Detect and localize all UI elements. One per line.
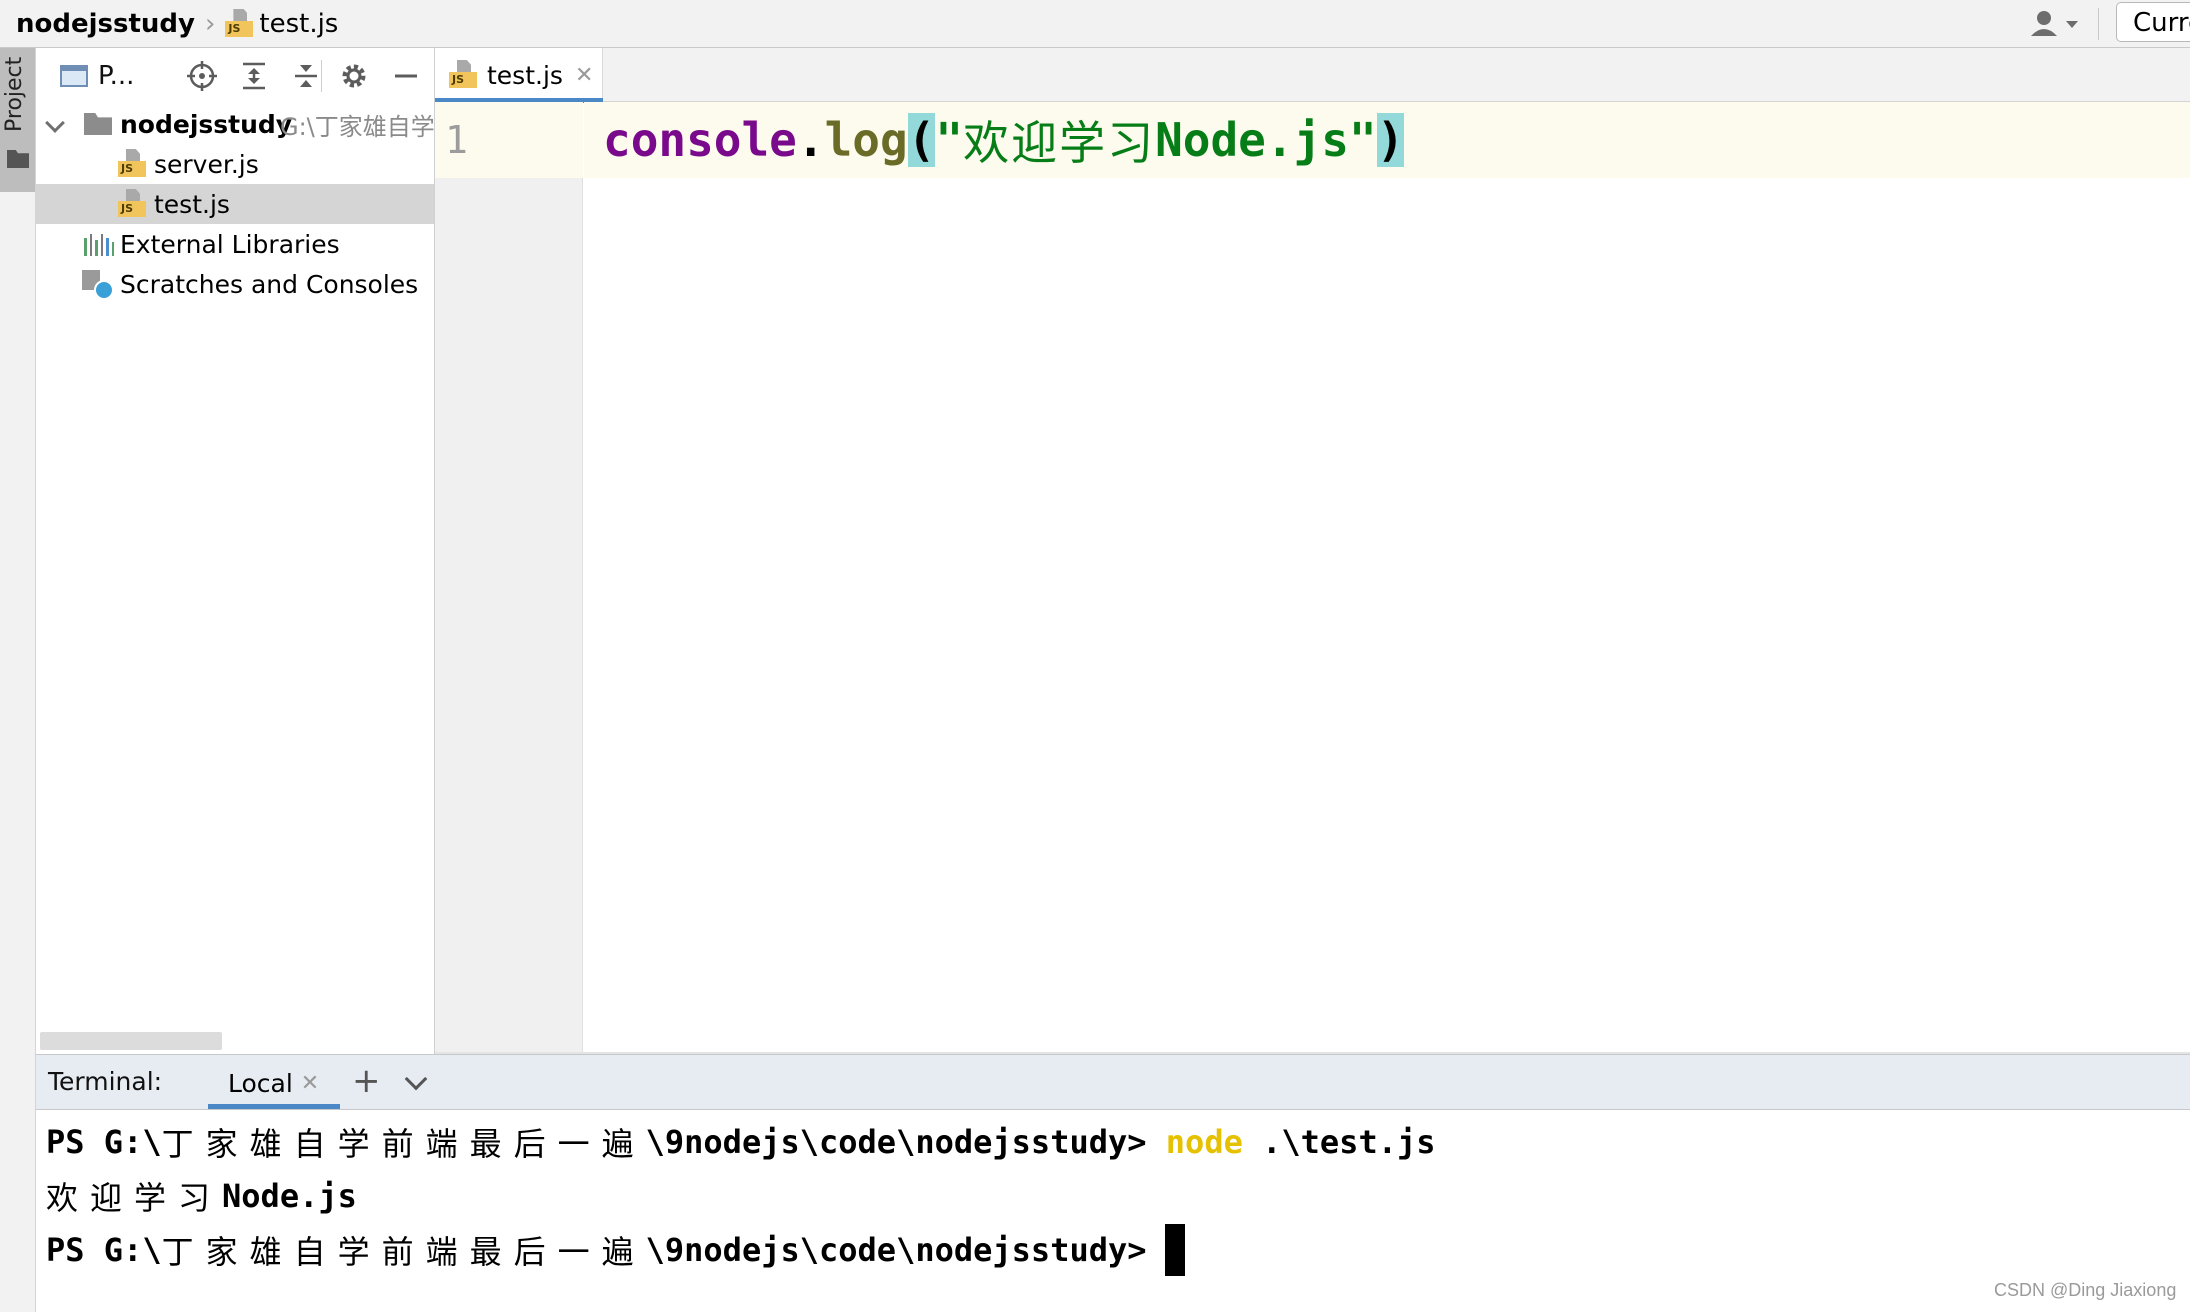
breadcrumb-file-label: test.js xyxy=(259,8,339,39)
breadcrumb-separator-icon: › xyxy=(204,8,216,39)
terminal-prompt-prefix: PS G:\ xyxy=(46,1231,162,1269)
toolbar-separator xyxy=(321,60,322,92)
js-file-icon: JS xyxy=(118,149,146,179)
project-tool-tab[interactable]: Project xyxy=(0,48,35,192)
run-configuration-dropdown[interactable]: Curre xyxy=(2116,2,2190,42)
watermark: CSDN @Ding Jiaxiong xyxy=(1994,1280,2177,1300)
user-account-button[interactable] xyxy=(2028,8,2084,40)
code-token-quote-open: " xyxy=(935,113,964,167)
js-file-icon: JS xyxy=(118,189,146,219)
terminal-output-cjk: 欢迎学习 xyxy=(46,1179,223,1217)
code-token-object: console xyxy=(603,113,797,167)
terminal-prompt-cjk: 丁家雄自学前端最后一遍 xyxy=(161,1233,646,1271)
terminal-line-prompt: PS G:\ 丁家雄自学前端最后一遍 \9nodejs\code\nodejsstu… xyxy=(46,1224,1185,1276)
new-terminal-plus-icon[interactable]: + xyxy=(352,1061,381,1101)
locate-file-icon[interactable] xyxy=(184,58,220,94)
code-token-function: log xyxy=(824,113,908,167)
terminal-header: Terminal: Local ✕ + xyxy=(36,1054,2190,1110)
tree-root-name: nodejsstudy xyxy=(120,109,293,139)
terminal-tab-label: Local xyxy=(228,1068,293,1098)
chevron-down-icon[interactable] xyxy=(404,1067,428,1091)
terminal-prompt-suffix: \9nodejs\code\nodejsstudy> xyxy=(645,1123,1166,1161)
navigation-bar: nodejsstudy › JS test.js Curre xyxy=(0,0,2190,48)
terminal-tab-local[interactable]: Local ✕ xyxy=(208,1055,340,1111)
terminal-output-latin: Node.js xyxy=(222,1177,357,1215)
tree-item-label: Scratches and Consoles xyxy=(120,269,419,299)
tree-item-external-libraries[interactable]: External Libraries xyxy=(36,224,434,264)
expand-all-icon[interactable] xyxy=(236,58,272,94)
left-tool-strip: Project xyxy=(0,48,36,1312)
tree-item-label: server.js xyxy=(154,149,259,179)
code-token-quote-close: " xyxy=(1348,113,1377,167)
line-number-gutter xyxy=(435,102,583,1054)
code-line-1[interactable]: console. log(" 欢迎学习 Node.js ") xyxy=(603,112,1405,170)
project-tool-tab-label: Project xyxy=(2,56,27,132)
tree-item-server-js[interactable]: JS server.js xyxy=(36,144,434,184)
gear-icon[interactable] xyxy=(336,58,372,94)
terminal-prompt-prefix: PS G:\ xyxy=(46,1123,162,1161)
horizontal-scrollbar[interactable] xyxy=(40,1032,222,1050)
terminal-output[interactable]: PS G:\ 丁家雄自学前端最后一遍 \9nodejs\code\nodejsstu… xyxy=(36,1110,2190,1312)
folder-icon xyxy=(7,150,29,168)
terminal-command: node xyxy=(1165,1123,1243,1161)
editor-tab-bar: JS test.js ✕ xyxy=(435,48,2190,103)
terminal-line-output: 欢迎学习 Node.js xyxy=(46,1172,357,1220)
folder-icon xyxy=(84,113,112,135)
chevron-down-icon[interactable] xyxy=(45,113,65,133)
active-tab-indicator xyxy=(208,1104,340,1109)
scratches-icon xyxy=(82,270,116,300)
tree-item-scratches[interactable]: Scratches and Consoles xyxy=(36,264,434,304)
code-editor: JS test.js ✕ 1 console. log(" 欢迎学习 Node.js "… xyxy=(435,48,2190,1054)
terminal-prompt-cjk: 丁家雄自学前端最后一遍 xyxy=(161,1125,646,1163)
minimize-icon[interactable] xyxy=(388,58,424,94)
line-number: 1 xyxy=(445,118,468,162)
collapse-all-icon[interactable] xyxy=(288,58,324,94)
project-panel: P... nodejsstudy G:\丁家雄自学 JS server.js J… xyxy=(36,48,435,1054)
terminal-command-arg: .\test.js xyxy=(1242,1123,1436,1161)
editor-tab-test-js[interactable]: JS test.js ✕ xyxy=(435,48,603,103)
project-tree: nodejsstudy G:\丁家雄自学 JS server.js JS tes… xyxy=(36,104,434,304)
code-token-string-cjk: 欢迎学习 xyxy=(963,116,1156,170)
code-token-close-paren: ) xyxy=(1376,113,1405,167)
js-file-icon: JS xyxy=(449,60,477,90)
navbar-divider xyxy=(2098,8,2099,40)
terminal-prompt-suffix: \9nodejs\code\nodejsstudy> xyxy=(645,1231,1147,1269)
project-panel-toolbar: P... xyxy=(36,48,435,104)
terminal-line-command: PS G:\ 丁家雄自学前端最后一遍 \9nodejs\code\nodejsstu… xyxy=(46,1118,1436,1166)
tree-item-label: External Libraries xyxy=(120,229,340,259)
close-icon[interactable]: ✕ xyxy=(575,63,593,88)
user-icon xyxy=(2031,11,2078,36)
project-panel-title: P... xyxy=(98,61,135,91)
editor-tab-label: test.js xyxy=(487,60,563,90)
project-view-selector[interactable]: P... xyxy=(60,56,134,96)
js-file-icon: JS xyxy=(225,8,254,39)
code-token-dot: . xyxy=(796,113,825,167)
terminal-title: Terminal: xyxy=(48,1067,163,1096)
tree-item-label: test.js xyxy=(154,189,230,219)
project-window-icon xyxy=(60,65,88,87)
tree-root-path: G:\丁家雄自学 xyxy=(280,112,434,141)
terminal-cursor xyxy=(1164,1224,1185,1276)
tree-item-root[interactable]: nodejsstudy G:\丁家雄自学 xyxy=(36,104,434,144)
breadcrumb-project[interactable]: nodejsstudy xyxy=(16,9,195,39)
breadcrumb-file[interactable]: JS test.js xyxy=(225,8,339,39)
close-icon[interactable]: ✕ xyxy=(301,1071,319,1096)
tree-item-test-js[interactable]: JS test.js xyxy=(36,184,434,224)
library-icon xyxy=(84,232,114,256)
code-token-string-latin: Node.js xyxy=(1155,113,1349,167)
code-token-open-paren: ( xyxy=(907,113,936,167)
